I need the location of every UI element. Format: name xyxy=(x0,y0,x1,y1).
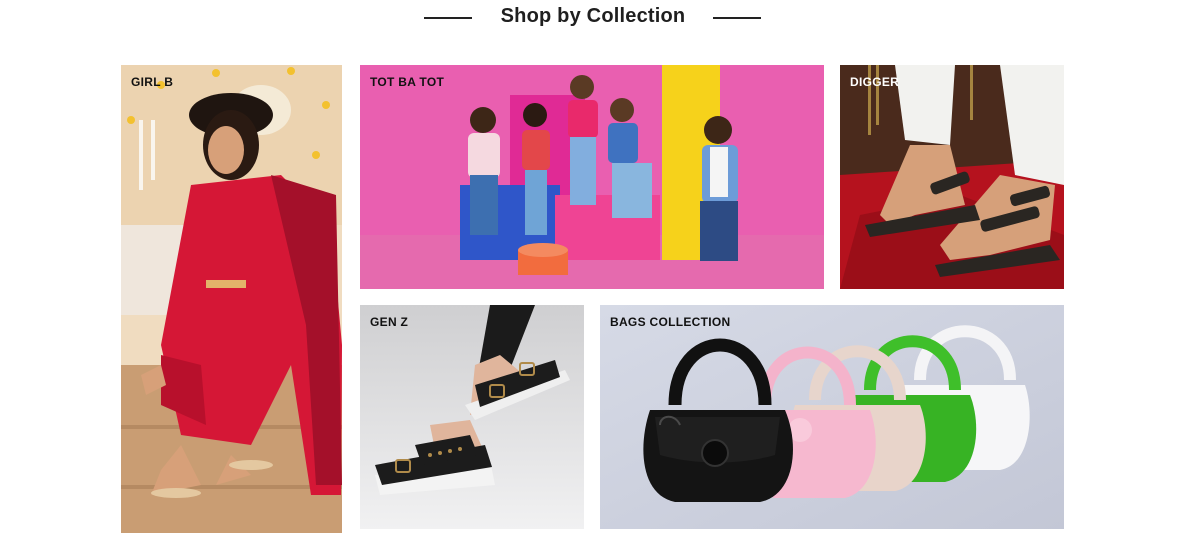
tot-ba-tot-image xyxy=(360,65,824,289)
collection-label: BAGS COLLECTION xyxy=(610,315,731,329)
collection-tile-bags-collection[interactable]: BAGS COLLECTION xyxy=(600,305,1064,529)
heading-divider-right xyxy=(713,17,761,19)
girl-b-image xyxy=(121,65,342,533)
collection-tile-girl-b[interactable]: GIRL B xyxy=(121,65,342,533)
collection-label: GEN Z xyxy=(370,315,409,329)
section-title: Shop by Collection xyxy=(500,5,686,27)
digger-image xyxy=(840,65,1064,289)
collection-label: GIRL B xyxy=(131,75,174,89)
collection-tile-digger[interactable]: DIGGER xyxy=(840,65,1064,289)
collection-label: TOT BA TOT xyxy=(370,75,445,89)
heading-divider-left xyxy=(424,17,472,19)
collection-tile-gen-z[interactable]: GEN Z xyxy=(360,305,584,529)
collection-label: DIGGER xyxy=(850,75,900,89)
section-header: Shop by Collection xyxy=(0,0,1200,40)
gen-z-image xyxy=(360,305,584,529)
bags-collection-image xyxy=(600,305,1064,529)
collection-tile-tot-ba-tot[interactable]: TOT BA TOT xyxy=(360,65,824,289)
